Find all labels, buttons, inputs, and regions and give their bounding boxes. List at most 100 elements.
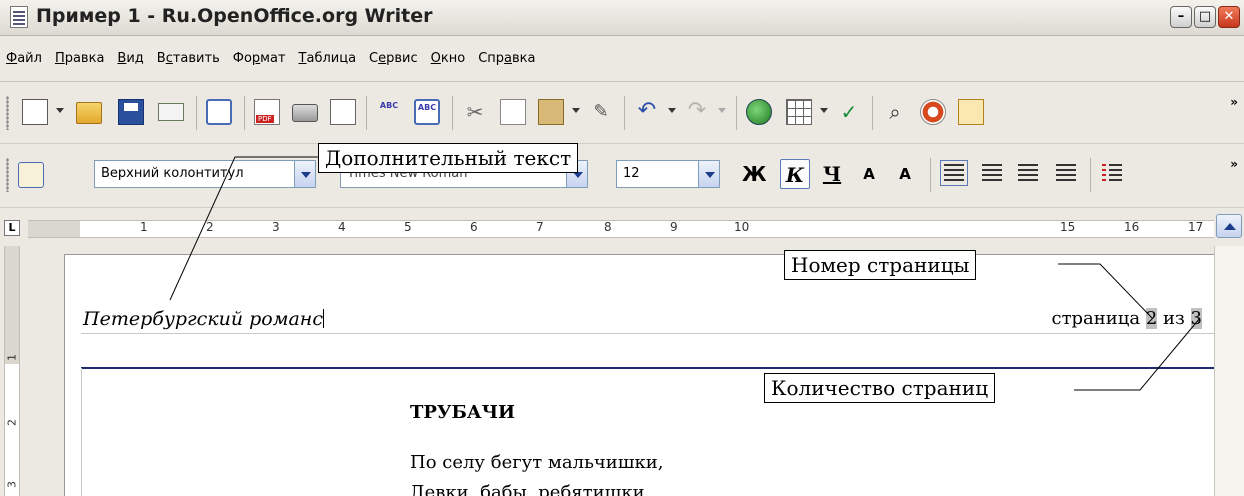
paragraph-style-select[interactable]: Верхний колонтитул [94,160,296,188]
horizontal-ruler[interactable]: 1 2 3 4 5 6 7 8 9 10 15 16 17 [28,220,1214,238]
toolbar-separator [196,96,197,130]
title-bar: Пример 1 - Ru.OpenOffice.org Writer – □ … [0,0,1244,36]
maximize-button[interactable]: □ [1194,6,1216,28]
italic-button[interactable]: К [780,159,810,189]
menu-item-label: кно [440,51,466,66]
styles-formatting-icon[interactable] [18,162,44,188]
format-paintbrush-icon[interactable]: ✎ [588,99,614,125]
bold-button[interactable]: Ж [742,159,766,189]
tab-type-selector[interactable]: L [4,220,20,236]
undo-icon[interactable]: ↶ [634,99,660,125]
window-controls: – □ ✕ [1170,6,1240,28]
align-right-button[interactable] [1018,164,1038,182]
document-page[interactable]: Петербургский романс страница 2 из 3 ТРУ… [64,254,1214,496]
page-number-field[interactable]: 2 [1145,308,1158,329]
new-dropdown-arrow[interactable] [56,108,64,113]
ruler-tick: 3 [272,220,280,234]
menu-item[interactable]: Сервис [369,51,418,66]
copy-icon[interactable] [500,99,526,125]
gallery-icon[interactable] [958,99,984,125]
email-icon[interactable] [158,103,184,121]
toolbar-separator [736,96,737,130]
toolbar-overflow-button[interactable]: » [1230,158,1238,170]
menu-item-label: тавить [172,51,220,66]
edit-file-icon[interactable] [206,99,232,125]
menu-item[interactable]: Формат [233,51,286,66]
numbering-icon[interactable] [1102,164,1122,184]
justify-button[interactable] [1056,164,1076,182]
show-draw-functions-icon[interactable]: ✓ [836,99,862,125]
poem-line[interactable]: Девки, бабы, ребятишки, [410,482,650,496]
toolbar-overflow-button[interactable]: » [1230,96,1238,108]
page-preview-icon[interactable] [330,99,356,125]
vruler-tick: 3 [5,481,19,488]
poem-title[interactable]: ТРУБАЧИ [410,402,515,423]
vertical-ruler[interactable]: 1 2 3 [4,246,20,496]
menu-accelerator: е [378,51,387,66]
minimize-icon: – [1177,9,1185,24]
menu-bar: Файл Правка Вид Вставить Формат Таблица Сервис… [0,36,1244,82]
header-bottom-border [81,367,1214,369]
ruler-tick: 8 [604,220,612,234]
page-prefix: страница [1051,308,1146,329]
undo-dropdown-arrow[interactable] [668,108,676,113]
navigator-icon[interactable] [920,99,946,125]
menu-item[interactable]: Вид [117,51,143,66]
ruler-tick: 17 [1188,220,1204,234]
toolbar-grip[interactable] [6,96,9,130]
menu-item-label: аблица [306,51,357,66]
header-left-text[interactable]: Петербургский романс [83,308,324,330]
ruler-tick: 9 [670,220,678,234]
find-replace-icon[interactable]: ⌕ [882,99,908,125]
page-count-field[interactable]: 3 [1190,308,1202,329]
paragraph-style-dropdown[interactable] [294,160,316,188]
menu-item[interactable]: Правка [55,51,104,66]
hyperlink-icon[interactable] [746,99,772,125]
print-icon[interactable] [292,104,318,122]
ruler-dots [80,228,1180,230]
new-document-icon[interactable] [22,99,48,125]
font-size-select[interactable]: 12 [616,160,700,188]
redo-icon[interactable]: ↷ [684,99,710,125]
menu-item[interactable]: Окно [431,51,466,66]
export-pdf-icon[interactable] [254,99,280,125]
cut-icon[interactable]: ✂ [462,99,488,125]
header-boundary-line [81,333,1214,334]
ruler-tick: 6 [470,220,478,234]
open-folder-icon[interactable] [76,102,102,124]
menu-item[interactable]: Файл [6,51,42,66]
align-center-button[interactable] [982,164,1002,182]
callout-page-count: Количество страниц [764,373,996,403]
document-workspace: 1 2 3 Петербургский романс страница 2 из… [0,246,1214,496]
ruler-tick: 5 [404,220,412,234]
redo-dropdown-arrow[interactable] [718,108,726,113]
formatting-toolbar: Верхний колонтитул Times New Roman 12 Ж … [0,144,1244,208]
menu-item[interactable]: Вставить [157,51,220,66]
superscript-button[interactable]: A [856,159,882,189]
ruler-tick: 1 [140,220,148,234]
standard-toolbar: ABC ABC ✂ ✎ ↶ ↷ ✓ ⌕ » [0,82,1244,144]
menu-item-label: В [156,51,166,66]
menu-item[interactable]: Справка [478,51,535,66]
close-button[interactable]: ✕ [1218,6,1240,28]
font-size-dropdown[interactable] [698,160,720,188]
menu-item[interactable]: Таблица [299,51,357,66]
minimize-button[interactable]: – [1170,6,1192,28]
paste-dropdown-arrow[interactable] [572,108,580,113]
header-page-info[interactable]: страница 2 из 3 [1051,308,1202,329]
scroll-up-button[interactable] [1216,214,1242,238]
autospellcheck-icon[interactable]: ABC [414,99,440,125]
paste-icon[interactable] [538,99,564,125]
underline-button[interactable]: Ч [820,159,844,189]
table-dropdown-arrow[interactable] [820,108,828,113]
toolbar-grip[interactable] [6,158,9,192]
vertical-scrollbar[interactable] [1214,246,1244,496]
writer-app-icon[interactable] [10,6,28,28]
spellcheck-icon[interactable]: ABC [376,99,402,125]
save-icon[interactable] [118,99,144,125]
subscript-button[interactable]: A [892,159,918,189]
menu-item-label: равка [64,51,105,66]
align-left-button[interactable] [940,160,968,186]
poem-line[interactable]: По селу бегут мальчишки, [410,452,664,473]
table-icon[interactable] [786,99,812,125]
